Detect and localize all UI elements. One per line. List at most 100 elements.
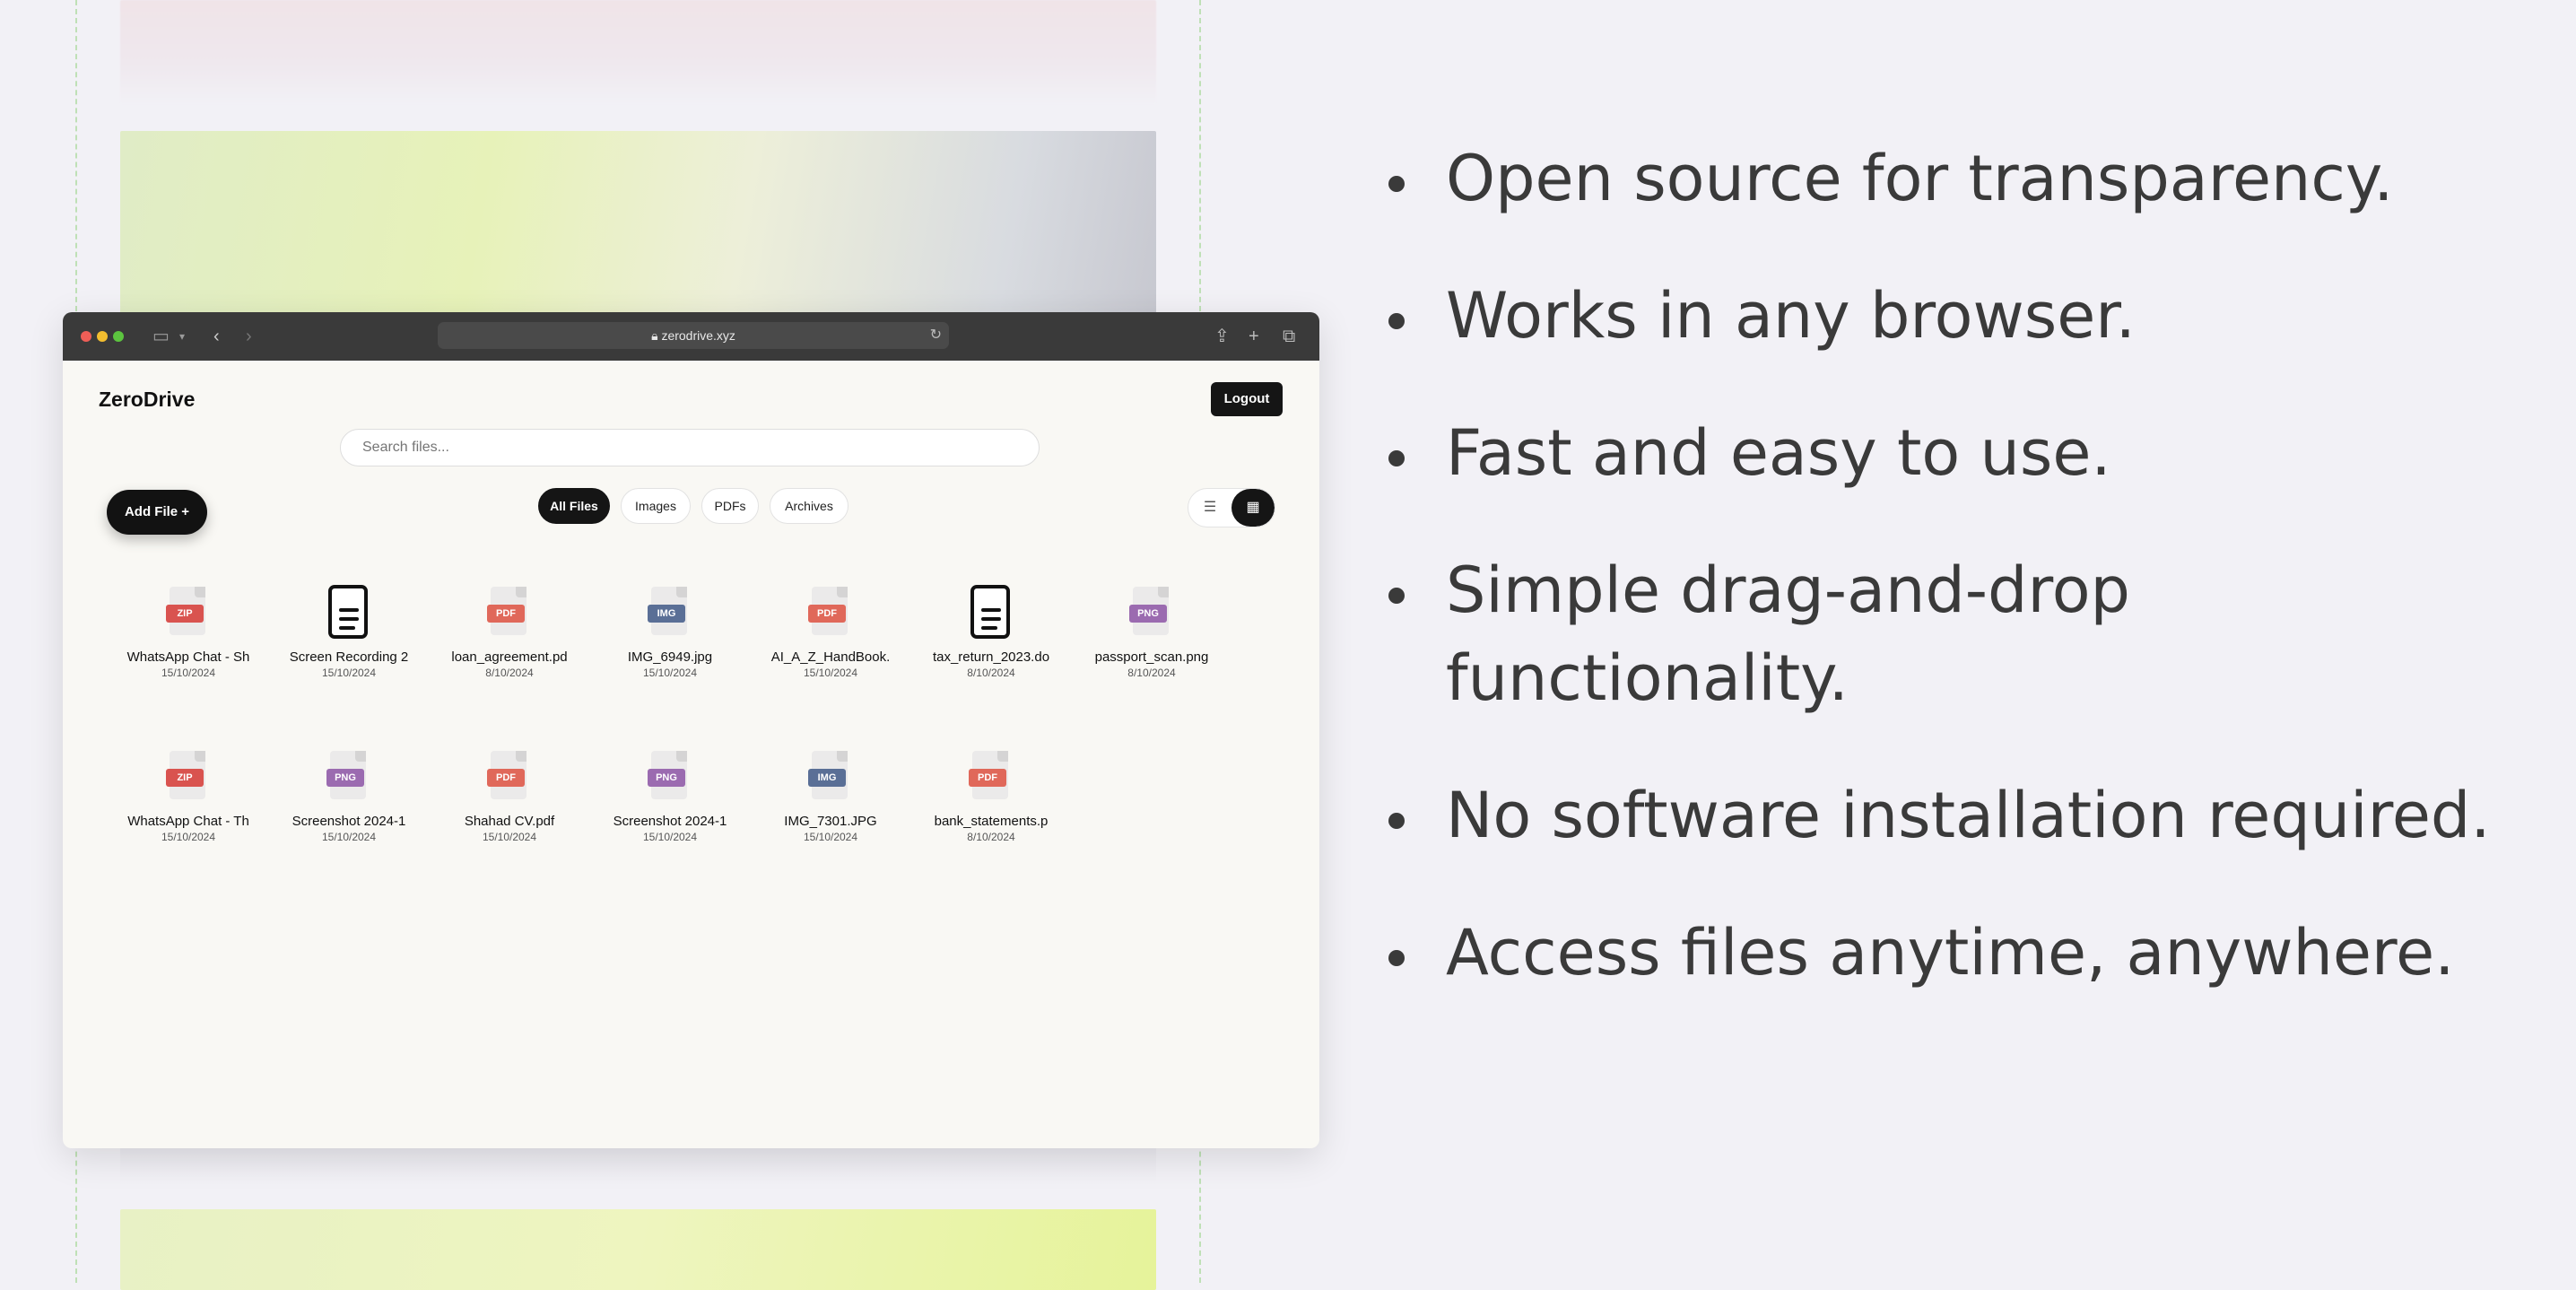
file-date: 15/10/2024 bbox=[803, 831, 858, 843]
file-name: tax_return_2023.do bbox=[932, 649, 1050, 665]
file-name: Screen Recording 2 bbox=[289, 649, 409, 665]
file-card[interactable]: PDF AI_A_Z_HandBook. 15/10/2024 bbox=[768, 585, 893, 679]
feature-item: Works in any browser. bbox=[1381, 272, 2565, 360]
file-card[interactable]: IMG IMG_6949.jpg 15/10/2024 bbox=[607, 585, 733, 679]
pdf-file-icon: PDF bbox=[487, 749, 532, 806]
file-card[interactable]: PNG passport_scan.png 8/10/2024 bbox=[1089, 585, 1214, 679]
background-panel-gradient bbox=[120, 131, 1156, 319]
background-fade bbox=[120, 1148, 1156, 1184]
document-icon bbox=[326, 585, 371, 642]
add-file-button[interactable]: Add File + bbox=[107, 490, 207, 535]
file-name: Screenshot 2024-1 bbox=[613, 814, 727, 829]
img-file-icon: IMG bbox=[808, 749, 853, 806]
file-card[interactable]: PNG Screenshot 2024-1 15/10/2024 bbox=[607, 749, 733, 843]
new-tab-icon[interactable]: + bbox=[1249, 325, 1259, 348]
file-name: Screenshot 2024-1 bbox=[292, 814, 406, 829]
logout-button[interactable]: Logout bbox=[1211, 382, 1283, 416]
chevron-down-icon[interactable]: ▾ bbox=[179, 325, 185, 348]
address-bar[interactable]: 🔒︎ zerodrive.xyz ↻ bbox=[438, 322, 949, 349]
file-name: IMG_6949.jpg bbox=[627, 649, 713, 665]
file-type-tag: IMG bbox=[648, 605, 685, 623]
file-card[interactable]: tax_return_2023.do 8/10/2024 bbox=[928, 585, 1054, 679]
file-type-tag: ZIP bbox=[166, 605, 204, 623]
file-name: passport_scan.png bbox=[1094, 649, 1209, 665]
sidebar-toggle-icon[interactable]: ▭ bbox=[152, 325, 170, 348]
filter-all-files[interactable]: All Files bbox=[538, 488, 610, 524]
view-toggle: ☰ ▦ bbox=[1188, 488, 1275, 527]
img-file-icon: IMG bbox=[648, 585, 692, 642]
file-date: 15/10/2024 bbox=[161, 667, 216, 679]
file-date: 15/10/2024 bbox=[642, 667, 698, 679]
png-file-icon: PNG bbox=[648, 749, 692, 806]
file-date: 8/10/2024 bbox=[485, 667, 534, 679]
file-card[interactable]: Screen Recording 2 15/10/2024 bbox=[286, 585, 412, 679]
filter-images[interactable]: Images bbox=[621, 488, 691, 524]
file-name: AI_A_Z_HandBook. bbox=[770, 649, 891, 665]
file-type-tag: PNG bbox=[648, 769, 685, 787]
feature-item: Simple drag-and-drop functionality. bbox=[1381, 546, 2253, 722]
minimize-window-button[interactable] bbox=[97, 331, 108, 342]
file-type-tag: PDF bbox=[487, 605, 525, 623]
file-date: 15/10/2024 bbox=[642, 831, 698, 843]
file-card[interactable]: ZIP WhatsApp Chat - Th 15/10/2024 bbox=[126, 749, 251, 843]
file-type-tag: PDF bbox=[808, 605, 846, 623]
file-name: loan_agreement.pd bbox=[451, 649, 568, 665]
file-type-tag: PNG bbox=[326, 769, 364, 787]
file-type-tag: PDF bbox=[969, 769, 1006, 787]
file-date: 15/10/2024 bbox=[321, 831, 377, 843]
file-card[interactable]: PDF bank_statements.p 8/10/2024 bbox=[928, 749, 1054, 843]
maximize-window-button[interactable] bbox=[113, 331, 124, 342]
filter-archives[interactable]: Archives bbox=[770, 488, 849, 524]
file-date: 8/10/2024 bbox=[1127, 667, 1176, 679]
back-arrow-icon[interactable]: ‹ bbox=[213, 325, 220, 348]
forward-arrow-icon[interactable]: › bbox=[246, 325, 252, 348]
feature-item: Open source for transparency. bbox=[1381, 135, 2565, 222]
search-input[interactable] bbox=[340, 429, 1040, 466]
feature-list: Open source for transparency. Works in a… bbox=[1381, 135, 2565, 1046]
list-view-icon[interactable]: ☰ bbox=[1188, 489, 1231, 527]
file-date: 15/10/2024 bbox=[321, 667, 377, 679]
file-date: 15/10/2024 bbox=[161, 831, 216, 843]
file-card[interactable]: PDF loan_agreement.pd 8/10/2024 bbox=[447, 585, 572, 679]
file-type-tag: PNG bbox=[1129, 605, 1167, 623]
file-type-tag: PDF bbox=[487, 769, 525, 787]
app-logo: ZeroDrive bbox=[99, 388, 196, 411]
reload-icon[interactable]: ↻ bbox=[930, 322, 942, 349]
browser-window: ▭ ▾ ‹ › 🔒︎ zerodrive.xyz ↻ ⇪ + ⧉ ZeroDri… bbox=[63, 312, 1319, 1148]
pdf-file-icon: PDF bbox=[487, 585, 532, 642]
share-icon[interactable]: ⇪ bbox=[1214, 325, 1230, 348]
file-date: 15/10/2024 bbox=[482, 831, 537, 843]
feature-item: Access files anytime, anywhere. bbox=[1381, 909, 2565, 997]
png-file-icon: PNG bbox=[1129, 585, 1174, 642]
pdf-file-icon: PDF bbox=[808, 585, 853, 642]
zip-file-icon: ZIP bbox=[166, 749, 211, 806]
file-card[interactable]: PDF Shahad CV.pdf 15/10/2024 bbox=[447, 749, 572, 843]
grid-view-icon[interactable]: ▦ bbox=[1231, 489, 1275, 527]
lock-icon: 🔒︎ bbox=[651, 328, 662, 343]
file-card[interactable]: ZIP WhatsApp Chat - Sh 15/10/2024 bbox=[126, 585, 251, 679]
close-window-button[interactable] bbox=[81, 331, 91, 342]
file-name: IMG_7301.JPG bbox=[784, 814, 877, 829]
tab-overview-icon[interactable]: ⧉ bbox=[1283, 325, 1295, 348]
png-file-icon: PNG bbox=[326, 749, 371, 806]
file-date: 8/10/2024 bbox=[967, 667, 1015, 679]
filter-pdfs[interactable]: PDFs bbox=[701, 488, 759, 524]
background-panel-bottom bbox=[120, 1209, 1156, 1290]
file-type-tag: ZIP bbox=[166, 769, 204, 787]
file-card[interactable]: PNG Screenshot 2024-1 15/10/2024 bbox=[286, 749, 412, 843]
feature-item: No software installation required. bbox=[1381, 771, 2565, 859]
file-name: WhatsApp Chat - Th bbox=[127, 814, 249, 829]
app-content: ZeroDrive Logout Add File + All Files Im… bbox=[63, 361, 1319, 1148]
document-icon bbox=[969, 585, 1014, 642]
file-card[interactable]: IMG IMG_7301.JPG 15/10/2024 bbox=[768, 749, 893, 843]
file-name: Shahad CV.pdf bbox=[464, 814, 555, 829]
url-text: zerodrive.xyz bbox=[661, 328, 735, 343]
zip-file-icon: ZIP bbox=[166, 585, 211, 642]
feature-item: Fast and easy to use. bbox=[1381, 409, 2565, 497]
file-type-tag: IMG bbox=[808, 769, 846, 787]
file-name: WhatsApp Chat - Sh bbox=[126, 649, 250, 665]
browser-titlebar: ▭ ▾ ‹ › 🔒︎ zerodrive.xyz ↻ ⇪ + ⧉ bbox=[63, 312, 1319, 361]
pdf-file-icon: PDF bbox=[969, 749, 1014, 806]
file-date: 8/10/2024 bbox=[967, 831, 1015, 843]
file-date: 15/10/2024 bbox=[803, 667, 858, 679]
